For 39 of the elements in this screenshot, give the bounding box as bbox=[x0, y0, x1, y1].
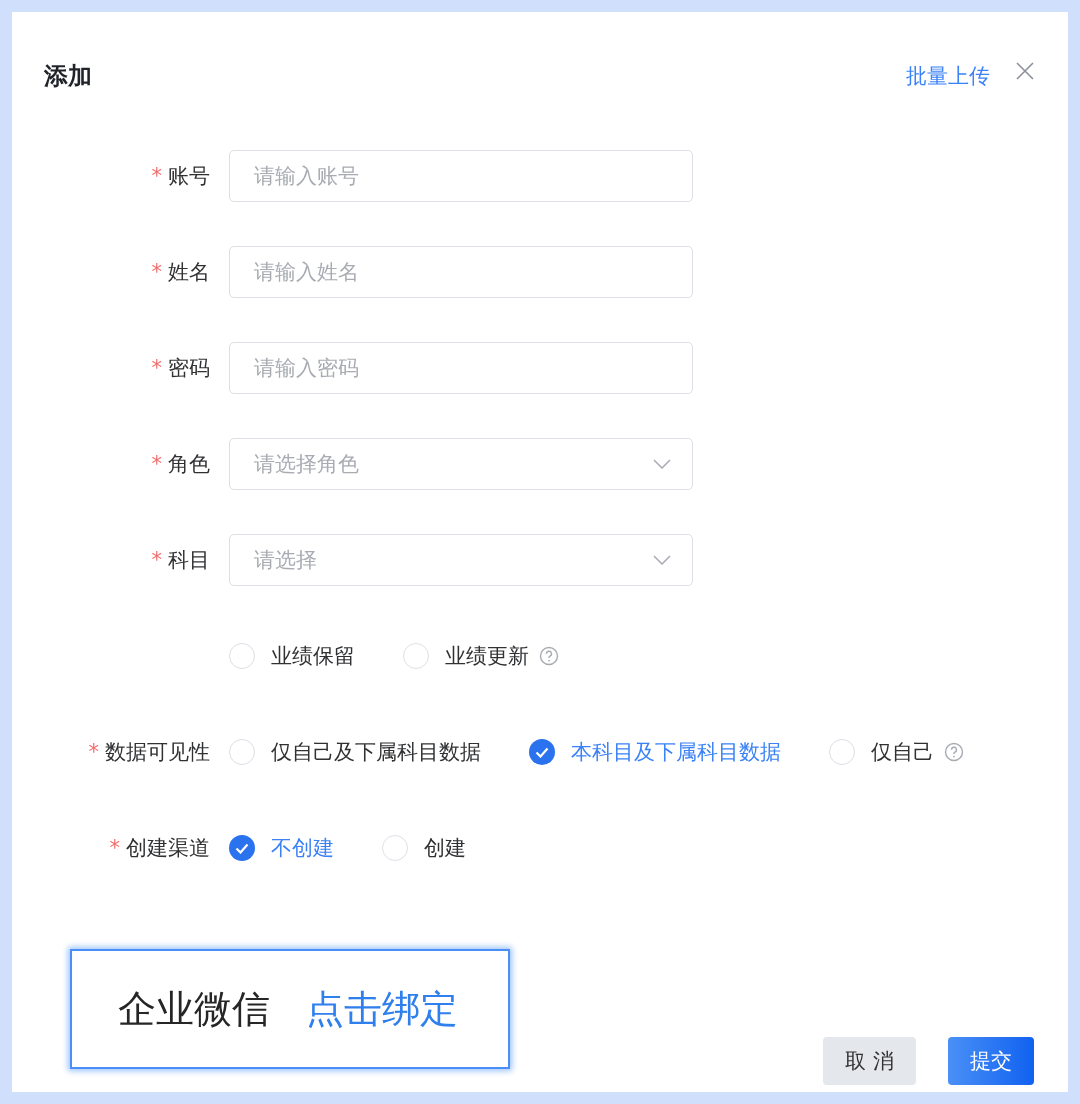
cancel-button[interactable]: 取 消 bbox=[823, 1037, 916, 1085]
close-button[interactable] bbox=[1016, 62, 1034, 80]
radio-option[interactable]: 本科目及下属科目数据 bbox=[529, 738, 781, 766]
dialog-title: 添加 bbox=[44, 61, 93, 92]
input-field[interactable]: 请输入账号 bbox=[229, 150, 693, 202]
field-label: * 密码 bbox=[151, 355, 210, 382]
input-field[interactable]: 请输入密码 bbox=[229, 342, 693, 394]
help-icon[interactable] bbox=[539, 646, 559, 666]
radio-button[interactable] bbox=[229, 739, 255, 765]
input-field[interactable]: 请输入姓名 bbox=[229, 246, 693, 298]
radio-button[interactable] bbox=[403, 643, 429, 669]
wechat-label: 企业微信 bbox=[118, 985, 270, 1033]
radio-button[interactable] bbox=[229, 835, 255, 861]
select-field[interactable]: 请选择 bbox=[229, 534, 693, 586]
radio-button[interactable] bbox=[229, 643, 255, 669]
radio-option[interactable]: 创建 bbox=[382, 834, 466, 862]
field-label: * 科目 bbox=[151, 547, 210, 574]
field-label: * 账号 bbox=[151, 163, 210, 190]
field-label: * 角色 bbox=[151, 451, 210, 478]
field-label: * 姓名 bbox=[151, 259, 210, 286]
radio-option[interactable]: 业绩更新 bbox=[403, 642, 529, 670]
radio-button[interactable] bbox=[529, 739, 555, 765]
help-icon[interactable] bbox=[944, 742, 964, 762]
check-icon bbox=[235, 842, 249, 854]
radio-option[interactable]: 仅自己及下属科目数据 bbox=[229, 738, 481, 766]
check-icon bbox=[535, 746, 549, 758]
bind-link[interactable]: 点击绑定 bbox=[306, 983, 458, 1035]
radio-button[interactable] bbox=[382, 835, 408, 861]
bulk-upload-link[interactable]: 批量上传 bbox=[906, 62, 990, 90]
radio-option[interactable]: 不创建 bbox=[229, 834, 334, 862]
radio-button[interactable] bbox=[829, 739, 855, 765]
submit-button[interactable]: 提交 bbox=[948, 1037, 1034, 1085]
chevron-down-icon bbox=[653, 459, 671, 469]
field-label: * 数据可见性 bbox=[88, 739, 210, 766]
chevron-down-icon bbox=[653, 555, 671, 565]
radio-option[interactable]: 业绩保留 bbox=[229, 642, 355, 670]
radio-option[interactable]: 仅自己 bbox=[829, 738, 934, 766]
select-field[interactable]: 请选择角色 bbox=[229, 438, 693, 490]
field-label: * 创建渠道 bbox=[109, 835, 210, 862]
